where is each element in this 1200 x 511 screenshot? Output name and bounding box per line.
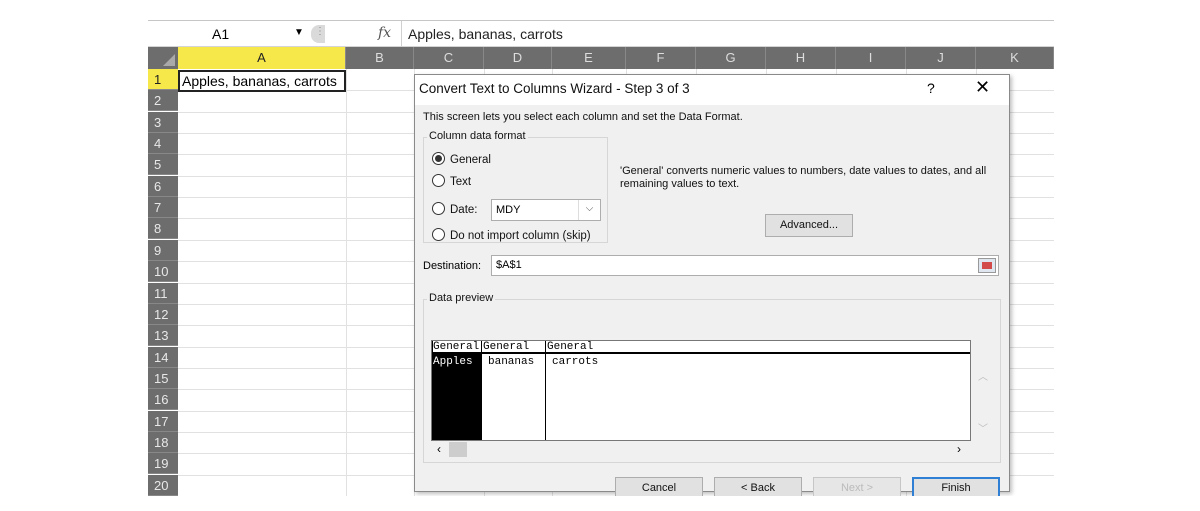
name-box-value: A1 xyxy=(212,26,230,42)
row-header-10[interactable]: 10 xyxy=(148,261,178,283)
help-button[interactable]: ? xyxy=(927,80,935,96)
row-header-6[interactable]: 6 xyxy=(148,175,178,197)
advanced-button[interactable]: Advanced... xyxy=(765,214,853,237)
divider xyxy=(401,21,402,47)
row-header-15[interactable]: 15 xyxy=(148,367,178,389)
row-header-19[interactable]: 19 xyxy=(148,453,178,475)
close-button[interactable]: ✕ xyxy=(975,77,990,98)
col-header-b[interactable]: B xyxy=(346,47,414,69)
col-header-d[interactable]: D xyxy=(484,47,552,69)
destination-label: Destination: xyxy=(423,260,482,272)
column-data-format-label: Column data format xyxy=(427,130,528,142)
row-header-8[interactable]: 8 xyxy=(148,218,178,240)
preview-horizontal-scrollbar[interactable]: ‹ › xyxy=(431,441,971,458)
dialog-titlebar: Convert Text to Columns Wizard - Step 3 … xyxy=(415,75,1009,105)
dialog-title: Convert Text to Columns Wizard - Step 3 … xyxy=(419,81,690,96)
excel-window: A1 ▼ ⋮ fx Apples, bananas, carrots A B C… xyxy=(148,20,1054,496)
insert-function-icon[interactable]: fx xyxy=(378,25,391,41)
row-header-5[interactable]: 5 xyxy=(148,154,178,176)
row-header-3[interactable]: 3 xyxy=(148,111,178,133)
row-header-18[interactable]: 18 xyxy=(148,431,178,453)
scroll-right-icon[interactable]: › xyxy=(957,442,961,456)
radio-general-label: General xyxy=(450,154,491,166)
col-header-g[interactable]: G xyxy=(696,47,766,69)
row-header-7[interactable]: 7 xyxy=(148,197,178,219)
radio-general[interactable]: General xyxy=(432,152,491,166)
col-header-a[interactable]: A xyxy=(178,47,346,69)
preview-column-3[interactable]: General carrots xyxy=(546,341,970,440)
destination-input[interactable]: $A$1 xyxy=(491,255,999,276)
row-header-4[interactable]: 4 xyxy=(148,133,178,155)
row-header-17[interactable]: 17 xyxy=(148,410,178,432)
cancel-button[interactable]: Cancel xyxy=(615,477,703,496)
cell-a1[interactable]: Apples, bananas, carrots xyxy=(178,70,346,92)
data-preview-table[interactable]: General Apples General bananas General c… xyxy=(431,340,971,441)
formula-bar-splitter[interactable]: ⋮ xyxy=(311,25,325,43)
preview-cell: carrots xyxy=(552,356,599,368)
range-picker-icon[interactable] xyxy=(978,258,996,273)
radio-text-circle xyxy=(432,174,445,187)
row-header-14[interactable]: 14 xyxy=(148,346,178,368)
column-headers: A B C D E F G H I J K xyxy=(148,47,1054,69)
name-box-dropdown-icon[interactable]: ▼ xyxy=(294,27,304,38)
preview-cell: Apples xyxy=(433,356,473,368)
back-button[interactable]: < Back xyxy=(714,477,802,496)
next-button[interactable]: Next > xyxy=(813,477,901,496)
date-format-select[interactable]: MDY ⌵ xyxy=(491,199,601,221)
text-to-columns-dialog: Convert Text to Columns Wizard - Step 3 … xyxy=(414,74,1010,496)
format-description: 'General' converts numeric values to num… xyxy=(620,165,987,190)
select-all-icon xyxy=(163,54,175,66)
row-header-13[interactable]: 13 xyxy=(148,325,178,347)
row-header-12[interactable]: 12 xyxy=(148,303,178,325)
destination-value: $A$1 xyxy=(496,259,522,271)
data-preview-label: Data preview xyxy=(427,292,496,304)
date-format-value: MDY xyxy=(496,204,521,216)
formula-input[interactable]: Apples, bananas, carrots xyxy=(408,26,563,42)
formula-bar: A1 ▼ ⋮ fx Apples, bananas, carrots xyxy=(148,20,1054,47)
preview-vertical-scrollbar[interactable]: ︿ ﹀ xyxy=(971,340,995,441)
scroll-up-icon[interactable]: ︿ xyxy=(978,368,988,383)
row-header-16[interactable]: 16 xyxy=(148,389,178,411)
col-header-i[interactable]: I xyxy=(836,47,906,69)
col-header-j[interactable]: J xyxy=(906,47,976,69)
dialog-intro: This screen lets you select each column … xyxy=(423,111,743,123)
preview-cell: bananas xyxy=(488,356,535,368)
chevron-down-icon[interactable]: ⌵ xyxy=(578,200,600,220)
row-header-9[interactable]: 9 xyxy=(148,239,178,261)
preview-header-underline xyxy=(432,341,970,354)
row-header-2[interactable]: 2 xyxy=(148,90,178,112)
col-header-e[interactable]: E xyxy=(552,47,626,69)
scroll-thumb[interactable] xyxy=(449,442,467,457)
radio-text-label: Text xyxy=(450,176,472,188)
scroll-left-icon[interactable]: ‹ xyxy=(437,442,441,456)
radio-date-label: Date: xyxy=(450,204,478,216)
row-header-1[interactable]: 1 xyxy=(148,69,178,90)
col-header-k[interactable]: K xyxy=(976,47,1054,69)
row-header-11[interactable]: 11 xyxy=(148,282,178,304)
scroll-down-icon[interactable]: ﹀ xyxy=(978,420,988,435)
preview-column-1[interactable]: General Apples xyxy=(432,341,482,440)
radio-general-circle xyxy=(432,152,445,165)
col-header-f[interactable]: F xyxy=(626,47,696,69)
radio-skip[interactable]: Do not import column (skip) xyxy=(432,228,591,242)
radio-skip-label: Do not import column (skip) xyxy=(450,230,591,242)
row-header-20[interactable]: 20 xyxy=(148,474,178,496)
gridline xyxy=(346,69,347,496)
radio-text[interactable]: Text xyxy=(432,174,471,188)
radio-date-circle xyxy=(432,202,445,215)
radio-skip-circle xyxy=(432,228,445,241)
col-header-h[interactable]: H xyxy=(766,47,836,69)
name-box[interactable]: A1 ▼ xyxy=(148,23,308,45)
radio-date[interactable]: Date: xyxy=(432,202,478,216)
select-all-button[interactable] xyxy=(148,47,178,69)
col-header-c[interactable]: C xyxy=(414,47,484,69)
finish-button[interactable]: Finish xyxy=(912,477,1000,496)
preview-column-2[interactable]: General bananas xyxy=(481,341,546,440)
